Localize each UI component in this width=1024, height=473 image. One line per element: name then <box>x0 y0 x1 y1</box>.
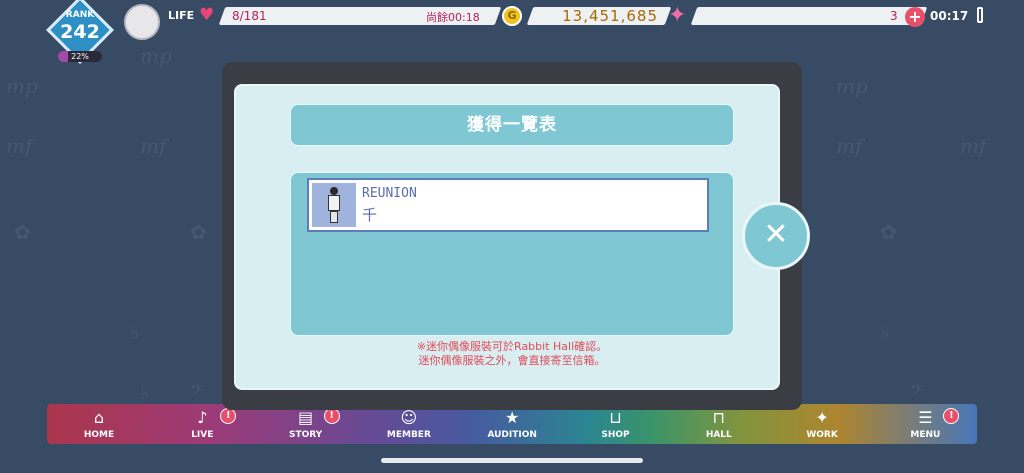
nav-shop[interactable]: ⊔ SHOP <box>564 404 668 444</box>
member-icon: ☺ <box>400 408 418 427</box>
notification-badge: ! <box>943 408 960 424</box>
life-timer: 尚餘00:18 <box>426 11 480 24</box>
nav-label: MENU <box>910 430 941 440</box>
life-value: 8/181 <box>232 9 267 23</box>
hall-icon: ⊓ <box>712 408 726 427</box>
nav-label: LIVE <box>191 430 214 440</box>
modal-title: 獲得一覽表 <box>290 104 734 146</box>
nav-hall[interactable]: ⊓ HALL <box>667 404 771 444</box>
note-line-2: 迷你偶像服裝之外，會直接寄至信箱。 <box>418 354 606 367</box>
home-icon: ⌂ <box>93 408 105 427</box>
rank-progress: 22% <box>58 51 102 62</box>
nav-label: STORY <box>288 430 323 440</box>
nav-label: SHOP <box>601 430 630 440</box>
notification-badge: ! <box>220 408 237 424</box>
star-gem-icon: ✦ <box>668 3 687 28</box>
work-icon: ✦ <box>815 408 829 427</box>
rank-badge[interactable]: RANK 242 22% <box>46 0 114 70</box>
audition-icon: ★ <box>505 408 520 427</box>
nav-label: HOME <box>83 430 115 440</box>
item-title: REUNION <box>362 186 417 201</box>
close-button[interactable]: ✕ <box>742 202 810 270</box>
home-indicator[interactable] <box>381 458 643 463</box>
item-subtitle: 千 <box>362 206 378 224</box>
avatar[interactable] <box>124 4 160 40</box>
rank-label: RANK <box>65 10 95 20</box>
heart-icon: ♥ <box>199 5 215 25</box>
note-line-1: ※迷你偶像服裝可於Rabbit Hall確認。 <box>416 340 608 353</box>
nav-home[interactable]: ⌂ HOME <box>47 404 151 444</box>
rank-progress-fill <box>58 51 68 62</box>
battery-icon <box>977 7 983 23</box>
life-label: LIFE <box>168 9 195 22</box>
coin-icon: G <box>502 6 522 26</box>
book-icon: ▤ <box>298 408 314 427</box>
money-value: 13,451,685 <box>562 7 658 25</box>
nav-story[interactable]: ▤ STORY! <box>254 404 358 444</box>
mini-idol-figure-icon <box>328 187 340 223</box>
status-bar: RANK 242 22% LIFE ♥ 8/181 尚餘00:18 G 13,4… <box>0 0 1024 64</box>
nav-label: MEMBER <box>386 430 431 440</box>
nav-menu[interactable]: ☰ MENU! <box>873 404 977 444</box>
modal-note: ※迷你偶像服裝可於Rabbit Hall確認。 迷你偶像服裝之外，會直接寄至信箱… <box>290 340 734 368</box>
notification-badge: ! <box>323 408 340 424</box>
nav-work[interactable]: ✦ WORK <box>770 404 874 444</box>
basket-icon: ⊔ <box>609 408 622 427</box>
clock: 00:17 <box>930 9 969 23</box>
nav-label: AUDITION <box>487 430 537 440</box>
nav-member[interactable]: ☺ MEMBER <box>357 404 461 444</box>
costume-thumbnail <box>312 183 356 227</box>
rank-value: 242 <box>60 21 100 43</box>
nav-label: WORK <box>806 430 838 440</box>
nav-label: HALL <box>705 430 732 440</box>
rank-progress-text: 22% <box>71 52 89 61</box>
menu-icon: ☰ <box>918 408 933 427</box>
nav-audition[interactable]: ★ AUDITION <box>460 404 564 444</box>
music-note-icon: ♪ <box>197 408 208 427</box>
gem-value: 3 <box>890 9 898 23</box>
nav-live[interactable]: ♪ LIVE! <box>150 404 254 444</box>
add-gems-button[interactable]: + <box>905 7 925 27</box>
list-item[interactable]: REUNION 千 <box>307 178 709 232</box>
